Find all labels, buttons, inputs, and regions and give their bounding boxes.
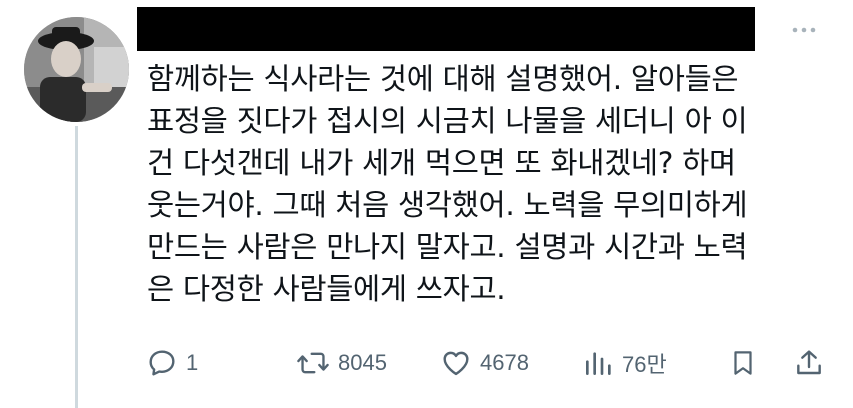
- share-button[interactable]: [793, 340, 825, 386]
- views-icon: [586, 352, 611, 375]
- avatar-photo: [24, 17, 129, 122]
- tweet-text-line: 함께하는 식사라는 것에 대해 설명했어. 알아들은: [147, 62, 739, 96]
- tweet-text-line: 만드는 사람은 만나지 말자고. 설명과 시간과 노력: [147, 230, 748, 264]
- redacted-author-name: [137, 7, 755, 51]
- bookmark-button[interactable]: [728, 340, 758, 386]
- reply-button[interactable]: 1: [146, 340, 198, 386]
- like-button[interactable]: 4678: [440, 340, 529, 386]
- more-options-button[interactable]: [790, 20, 818, 40]
- tweet-text-line: 웃는거야. 그때 처음 생각했어. 노력을 무의미하게: [147, 188, 748, 222]
- views-count: 76만: [622, 352, 667, 377]
- more-dots-icon: [792, 27, 816, 33]
- retweet-button[interactable]: 8045: [296, 340, 387, 386]
- retweet-count: 8045: [338, 350, 387, 375]
- share-icon: [797, 350, 821, 375]
- tweet-text: 함께하는 식사라는 것에 대해 설명했어. 알아들은 표정을 짓다가 접시의 시…: [147, 58, 827, 310]
- like-count: 4678: [480, 350, 529, 375]
- tweet-text-line: 은 다정한 사람들에게 쓰자고.: [147, 272, 506, 306]
- reply-count: 1: [186, 350, 199, 375]
- avatar[interactable]: [24, 17, 129, 122]
- reply-icon: [149, 350, 175, 376]
- tweet-text-line: 건 다섯갠데 내가 세개 먹으면 또 화내겠네? 하며: [147, 146, 736, 180]
- action-bar: 1 8045 4678 76만: [0, 340, 853, 386]
- retweet-icon: [297, 352, 329, 374]
- views-button[interactable]: 76만: [582, 340, 667, 386]
- tweet-text-line: 표정을 짓다가 접시의 시금치 나물을 세더니 아 이: [147, 104, 748, 138]
- heart-icon: [443, 351, 469, 376]
- bookmark-icon: [734, 351, 752, 375]
